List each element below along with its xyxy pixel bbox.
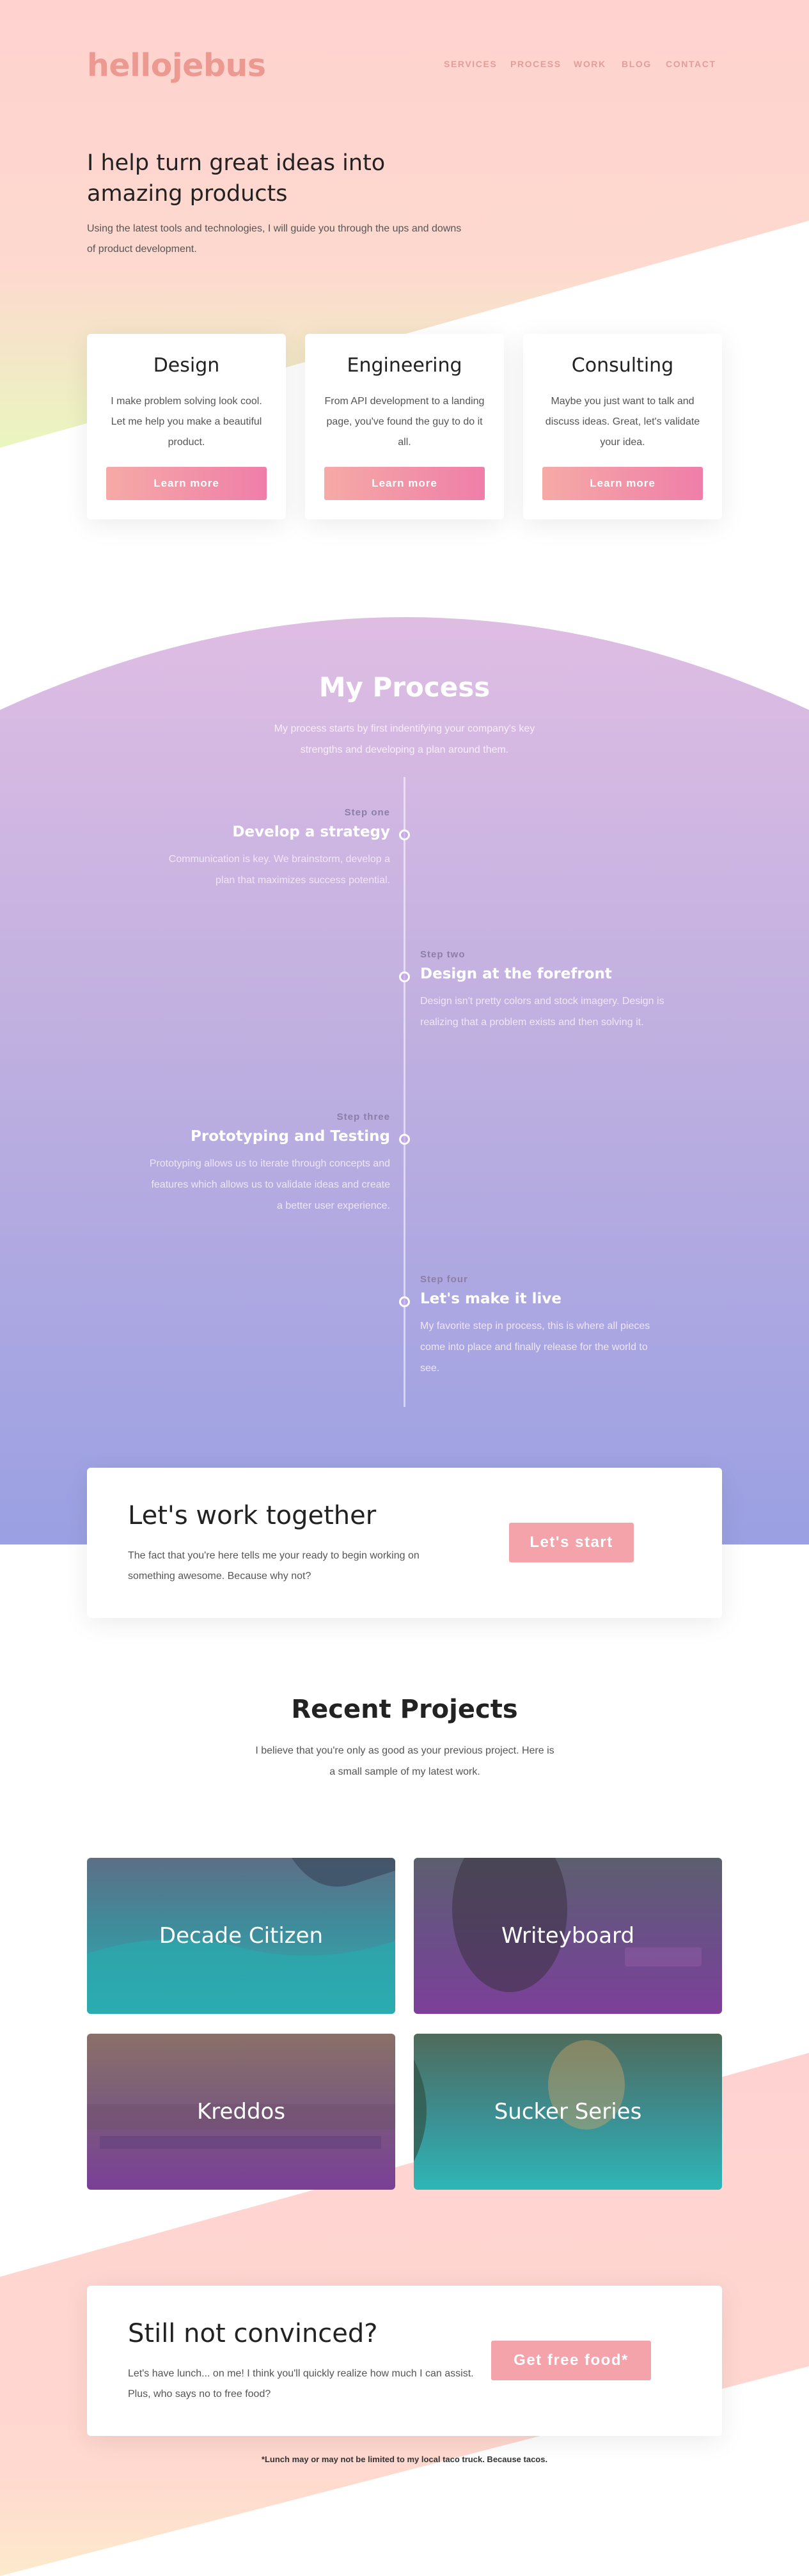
nav-blog[interactable]: BLOG (622, 59, 652, 69)
process-title: My Process (318, 671, 491, 703)
work-together-title: Let's work together (128, 1501, 377, 1530)
project-card-decade-citizen[interactable]: Decade Citizen (87, 1858, 395, 2014)
service-description: Maybe you just want to talk and discuss … (545, 396, 700, 448)
service-description: From API development to a landing page, … (324, 396, 485, 448)
step-description: My favorite step in process, this is whe… (420, 1321, 650, 1374)
timeline-dot (399, 1296, 410, 1307)
service-description: I make problem solving look cool. Let me… (111, 396, 262, 448)
step-number: Step four (420, 1274, 468, 1285)
lets-start-button[interactable]: Let's start (509, 1523, 634, 1562)
step-title: Develop a strategy (232, 824, 390, 840)
recent-projects-title: Recent Projects (291, 1695, 518, 1724)
nav-contact[interactable]: CONTACT (666, 59, 716, 69)
project-name: Kreddos (196, 2099, 286, 2124)
learn-more-button[interactable]: Learn more (324, 467, 485, 500)
learn-more-button[interactable]: Learn more (542, 467, 703, 500)
step-description: Design isn't pretty colors and stock ima… (420, 996, 664, 1028)
timeline-dot (399, 1134, 410, 1145)
not-convinced-title: Still not convinced? (128, 2319, 378, 2348)
main-nav: SERVICES PROCESS WORK BLOG CONTACT (0, 59, 715, 72)
step-title: Design at the forefront (420, 966, 612, 982)
hero-title: I help turn great ideas into amazing pro… (87, 150, 386, 207)
step-number: Step three (336, 1111, 390, 1122)
process-subtitle: My process starts by first indentifying … (274, 723, 535, 755)
service-title: Engineering (347, 354, 462, 377)
hero-subtitle: Using the latest tools and technologies,… (87, 223, 462, 255)
service-card-consulting: Consulting Maybe you just want to talk a… (523, 334, 722, 519)
project-name: Sucker Series (494, 2099, 642, 2124)
project-name: Decade Citizen (159, 1923, 324, 1949)
footnote: *Lunch may or may not be limited to my l… (261, 2454, 548, 2464)
not-convinced-card: Still not convinced? Let's have lunch...… (87, 2286, 722, 2436)
timeline-line (404, 777, 405, 1407)
step-number: Step one (344, 807, 390, 818)
learn-more-button[interactable]: Learn more (106, 467, 267, 500)
step-description: Communication is key. We brainstorm, dev… (168, 854, 390, 886)
work-together-description: The fact that you're here tells me your … (128, 1550, 420, 1582)
nav-work[interactable]: WORK (574, 59, 606, 69)
project-card-writeyboard[interactable]: Writeyboard (414, 1858, 722, 2014)
not-convinced-description: Let's have lunch... on me! I think you'l… (128, 2368, 474, 2399)
step-title: Let's make it live (420, 1291, 562, 1307)
service-card-engineering: Engineering From API development to a la… (305, 334, 504, 519)
get-free-food-button[interactable]: Get free food* (491, 2341, 651, 2380)
nav-process[interactable]: PROCESS (510, 59, 562, 69)
recent-projects-subtitle: I believe that you're only as good as yo… (255, 1745, 554, 1777)
step-number: Step two (420, 949, 466, 960)
service-card-design: Design I make problem solving look cool.… (87, 334, 286, 519)
step-description: Prototyping allows us to iterate through… (149, 1158, 390, 1211)
work-together-card: Let's work together The fact that you're… (87, 1468, 722, 1618)
nav-services[interactable]: SERVICES (444, 59, 497, 69)
step-title: Prototyping and Testing (191, 1128, 390, 1145)
service-title: Design (153, 354, 220, 377)
project-name: Writeyboard (501, 1923, 635, 1949)
project-card-kreddos[interactable]: Kreddos (87, 2034, 395, 2190)
timeline-dot (399, 829, 410, 840)
project-card-sucker-series[interactable]: Sucker Series (414, 2034, 722, 2190)
timeline-dot (399, 971, 410, 982)
service-title: Consulting (571, 354, 674, 377)
